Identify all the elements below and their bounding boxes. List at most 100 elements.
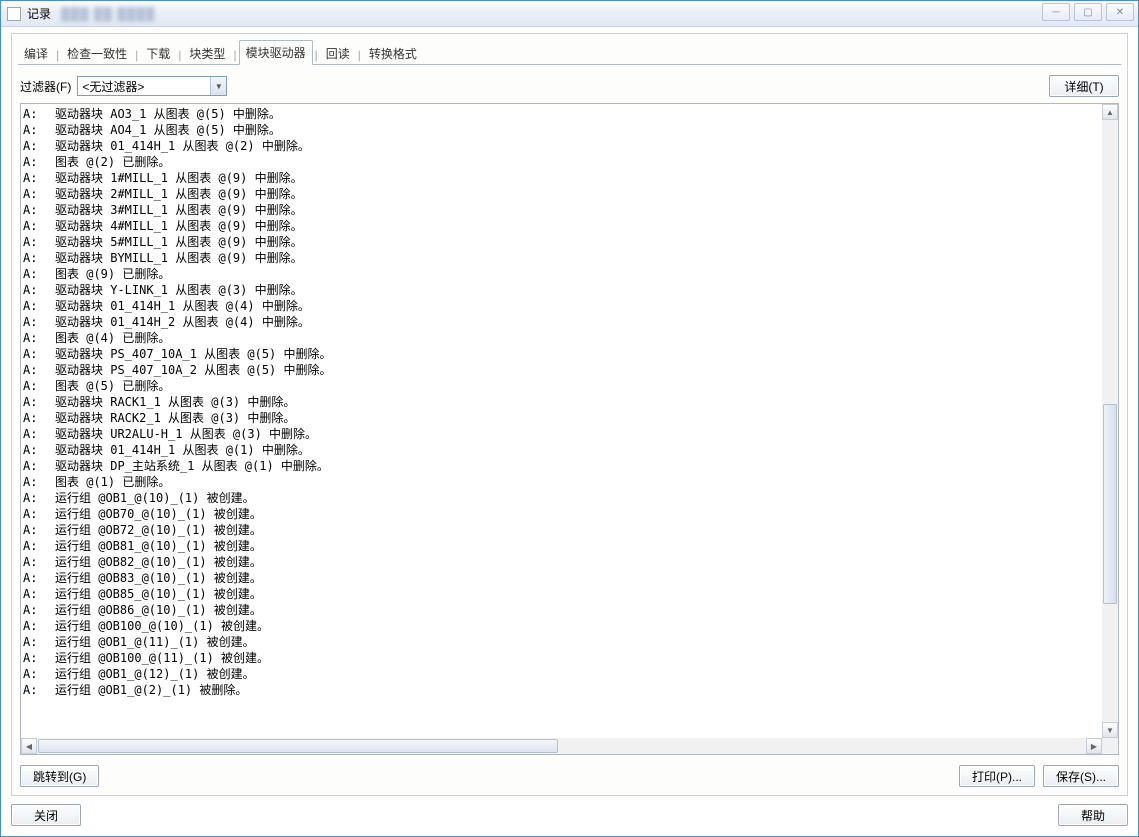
log-row: A:驱动器块 Y-LINK_1 从图表 @(3) 中删除。 <box>23 282 1102 298</box>
app-icon <box>7 7 21 21</box>
horizontal-scrollbar[interactable]: ◀ ▶ <box>21 738 1102 754</box>
log-message: 运行组 @OB70_@(10)_(1) 被创建。 <box>49 506 262 522</box>
log-prefix: A: <box>23 202 49 218</box>
filter-label: 过滤器(F) <box>20 78 71 95</box>
log-row: A:驱动器块 UR2ALU-H_1 从图表 @(3) 中删除。 <box>23 426 1102 442</box>
filter-row: 过滤器(F) <无过滤器> ▼ 详细(T) <box>12 65 1127 103</box>
log-row: A:图表 @(4) 已删除。 <box>23 330 1102 346</box>
log-prefix: A: <box>23 490 49 506</box>
log-row: A:运行组 @OB85_@(10)_(1) 被创建。 <box>23 586 1102 602</box>
vertical-scrollbar[interactable]: ▲ ▼ <box>1102 104 1118 738</box>
log-message: 运行组 @OB100_@(10)_(1) 被创建。 <box>49 618 269 634</box>
log-prefix: A: <box>23 458 49 474</box>
log-prefix: A: <box>23 522 49 538</box>
close-window-button[interactable]: ✕ <box>1106 3 1134 21</box>
log-row: A:驱动器块 AO3_1 从图表 @(5) 中删除。 <box>23 106 1102 122</box>
log-prefix: A: <box>23 234 49 250</box>
log-row: A:驱动器块 DP_主站系统_1 从图表 @(1) 中删除。 <box>23 458 1102 474</box>
scroll-up-icon[interactable]: ▲ <box>1102 104 1118 120</box>
log-message: 运行组 @OB82_@(10)_(1) 被创建。 <box>49 554 262 570</box>
log-message: 运行组 @OB72_@(10)_(1) 被创建。 <box>49 522 262 538</box>
scroll-down-icon[interactable]: ▼ <box>1102 722 1118 738</box>
detail-button[interactable]: 详细(T) <box>1049 75 1119 97</box>
log-row: A:驱动器块 5#MILL_1 从图表 @(9) 中删除。 <box>23 234 1102 250</box>
log-row: A:运行组 @OB1_@(12)_(1) 被创建。 <box>23 666 1102 682</box>
log-prefix: A: <box>23 602 49 618</box>
log-prefix: A: <box>23 122 49 138</box>
window-controls: ─ ▢ ✕ <box>1042 3 1134 21</box>
jump-button[interactable]: 跳转到(G) <box>20 765 99 787</box>
log-prefix: A: <box>23 106 49 122</box>
log-message: 图表 @(9) 已删除。 <box>49 266 170 282</box>
log-message: 运行组 @OB81_@(10)_(1) 被创建。 <box>49 538 262 554</box>
panel-button-row: 跳转到(G) 打印(P)... 保存(S)... <box>12 755 1127 787</box>
log-prefix: A: <box>23 650 49 666</box>
h-scroll-thumb[interactable] <box>38 739 558 753</box>
tab-1[interactable]: 检查一致性 <box>61 42 133 65</box>
scroll-left-icon[interactable]: ◀ <box>21 738 37 754</box>
log-row: A:驱动器块 PS_407_10A_2 从图表 @(5) 中删除。 <box>23 362 1102 378</box>
title-bar: 记录 ███ ██ ████ ─ ▢ ✕ <box>1 1 1138 27</box>
log-prefix: A: <box>23 570 49 586</box>
log-row: A:驱动器块 2#MILL_1 从图表 @(9) 中删除。 <box>23 186 1102 202</box>
log-prefix: A: <box>23 474 49 490</box>
log-row: A:运行组 @OB1_@(10)_(1) 被创建。 <box>23 490 1102 506</box>
save-button[interactable]: 保存(S)... <box>1043 765 1119 787</box>
log-message: 运行组 @OB83_@(10)_(1) 被创建。 <box>49 570 262 586</box>
log-message: 驱动器块 RACK2_1 从图表 @(3) 中删除。 <box>49 410 295 426</box>
log-prefix: A: <box>23 282 49 298</box>
help-button[interactable]: 帮助 <box>1058 804 1128 826</box>
log-message: 运行组 @OB1_@(12)_(1) 被创建。 <box>49 666 255 682</box>
log-message: 图表 @(4) 已删除。 <box>49 330 170 346</box>
log-prefix: A: <box>23 170 49 186</box>
tab-2[interactable]: 下载 <box>140 42 176 65</box>
v-scroll-thumb[interactable] <box>1103 404 1117 604</box>
log-message: 图表 @(2) 已删除。 <box>49 154 170 170</box>
tab-3[interactable]: 块类型 <box>183 42 231 65</box>
log-prefix: A: <box>23 298 49 314</box>
log-message: 驱动器块 1#MILL_1 从图表 @(9) 中删除。 <box>49 170 303 186</box>
log-row: A:图表 @(1) 已删除。 <box>23 474 1102 490</box>
log-row: A:运行组 @OB82_@(10)_(1) 被创建。 <box>23 554 1102 570</box>
log-prefix: A: <box>23 666 49 682</box>
log-row: A:运行组 @OB86_@(10)_(1) 被创建。 <box>23 602 1102 618</box>
log-prefix: A: <box>23 426 49 442</box>
log-prefix: A: <box>23 442 49 458</box>
log-row: A:驱动器块 01_414H_2 从图表 @(4) 中删除。 <box>23 314 1102 330</box>
tab-0[interactable]: 编译 <box>18 42 54 65</box>
log-message: 运行组 @OB1_@(11)_(1) 被创建。 <box>49 634 255 650</box>
tab-6[interactable]: 转换格式 <box>363 42 423 65</box>
scroll-right-icon[interactable]: ▶ <box>1086 738 1102 754</box>
log-row: A:驱动器块 RACK1_1 从图表 @(3) 中删除。 <box>23 394 1102 410</box>
log-prefix: A: <box>23 682 49 698</box>
log-message: 驱动器块 AO3_1 从图表 @(5) 中删除。 <box>49 106 281 122</box>
log-message: 图表 @(5) 已删除。 <box>49 378 170 394</box>
log-row: A:运行组 @OB72_@(10)_(1) 被创建。 <box>23 522 1102 538</box>
log-message: 驱动器块 01_414H_2 从图表 @(4) 中删除。 <box>49 314 310 330</box>
log-prefix: A: <box>23 586 49 602</box>
log-prefix: A: <box>23 266 49 282</box>
log-row: A:驱动器块 PS_407_10A_1 从图表 @(5) 中删除。 <box>23 346 1102 362</box>
print-button[interactable]: 打印(P)... <box>959 765 1035 787</box>
log-prefix: A: <box>23 554 49 570</box>
tab-4[interactable]: 模块驱动器 <box>239 40 313 65</box>
log-message: 运行组 @OB1_@(10)_(1) 被创建。 <box>49 490 255 506</box>
log-row: A:运行组 @OB81_@(10)_(1) 被创建。 <box>23 538 1102 554</box>
log-text[interactable]: A:驱动器块 AO3_1 从图表 @(5) 中删除。A:驱动器块 AO4_1 从… <box>21 104 1102 738</box>
log-message: 驱动器块 PS_407_10A_1 从图表 @(5) 中删除。 <box>49 346 332 362</box>
log-message: 驱动器块 2#MILL_1 从图表 @(9) 中删除。 <box>49 186 303 202</box>
tab-separator: | <box>176 48 183 65</box>
tab-5[interactable]: 回读 <box>320 42 356 65</box>
scroll-corner <box>1102 738 1118 754</box>
log-message: 驱动器块 01_414H_1 从图表 @(4) 中删除。 <box>49 298 310 314</box>
log-row: A:运行组 @OB83_@(10)_(1) 被创建。 <box>23 570 1102 586</box>
log-prefix: A: <box>23 618 49 634</box>
minimize-button[interactable]: ─ <box>1042 3 1070 21</box>
tab-separator: | <box>54 48 61 65</box>
maximize-button[interactable]: ▢ <box>1074 3 1102 21</box>
log-prefix: A: <box>23 218 49 234</box>
log-message: 驱动器块 5#MILL_1 从图表 @(9) 中删除。 <box>49 234 303 250</box>
close-button[interactable]: 关闭 <box>11 804 81 826</box>
filter-combo[interactable]: <无过滤器> ▼ <box>77 76 227 96</box>
log-prefix: A: <box>23 154 49 170</box>
